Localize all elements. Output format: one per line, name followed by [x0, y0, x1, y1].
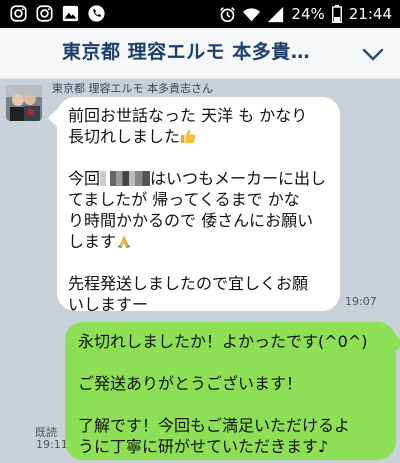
- message-line: 前回お世話なった 天洋 も かなり: [68, 106, 308, 125]
- message-line: 先程発送しましたので宜しくお願: [68, 274, 309, 293]
- clock: 21:44: [348, 5, 392, 23]
- wifi-icon: [243, 7, 261, 21]
- sender-name: 東京都 理容エルモ 本多貴志さん: [52, 82, 213, 95]
- battery-percent: 24%: [291, 5, 325, 23]
- instagram-icon: [10, 5, 27, 22]
- chevron-down-icon[interactable]: [362, 43, 384, 65]
- received-message-text: 前回お世話なった 天洋 も かなり 長切れしました 今回 はいつもメーカーに出し …: [68, 105, 334, 315]
- message-line: いしますー: [68, 295, 149, 314]
- message-line: てましたが 帰ってくるまで かな: [68, 190, 300, 209]
- message-line: 永切れしましたか！よかったです(^0^): [78, 332, 368, 351]
- message-line: 了解です！今回もご満足いただけるよ: [78, 416, 351, 435]
- sent-timestamp: 19:11: [36, 438, 68, 451]
- redacted-text: [100, 171, 151, 186]
- chat-title[interactable]: 東京都 理容エルモ 本多貴…: [62, 39, 310, 65]
- phone-icon: [88, 5, 105, 22]
- message-line: はいつもメーカーに出し: [150, 169, 327, 188]
- thumbs-up-icon: [181, 129, 196, 143]
- message-line: します: [68, 232, 117, 251]
- received-message-bubble[interactable]: 前回お世話なった 天洋 も かなり 長切れしました 今回 はいつもメーカーに出し …: [48, 97, 340, 314]
- message-line: 今回: [68, 169, 101, 188]
- message-line: り時間かかるので 倭さんにお願い: [68, 211, 314, 230]
- instagram-icon: [36, 5, 53, 22]
- image-icon: [62, 5, 79, 22]
- message-line: うに丁寧に研がせていただきます♪: [78, 437, 329, 456]
- praying-hands-icon: [117, 235, 132, 248]
- message-line: ご発送ありがとうございます！: [78, 374, 303, 393]
- status-bar: 24% 21:44: [0, 0, 400, 28]
- received-timestamp: 19:07: [345, 295, 377, 308]
- chat-header: 東京都 理容エルモ 本多貴…: [0, 28, 400, 79]
- battery-icon: [331, 5, 342, 23]
- signal-icon: [268, 6, 284, 22]
- sent-message-text: 永切れしましたか！よかったです(^0^) ご発送ありがとうございます！ 了解です…: [78, 331, 390, 457]
- message-line: 長切れしました: [68, 127, 181, 146]
- sent-message-bubble[interactable]: 永切れしましたか！よかったです(^0^) ご発送ありがとうございます！ 了解です…: [65, 322, 400, 460]
- avatar[interactable]: [6, 85, 42, 121]
- alarm-icon: [220, 6, 236, 22]
